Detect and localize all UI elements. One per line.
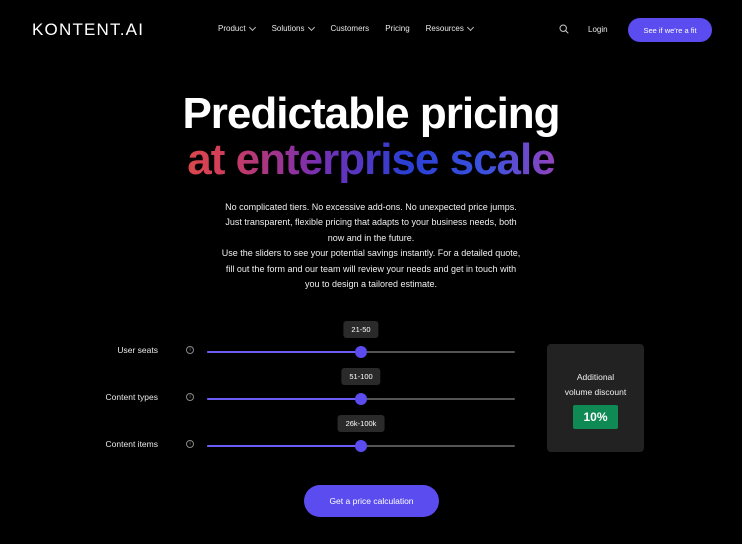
nav-item-resources[interactable]: Resources [425,23,474,33]
nav-item-label: Pricing [385,24,410,33]
nav-item-label: Resources [425,24,464,33]
slider-thumb[interactable] [355,440,367,452]
slider-label: User seats [117,345,158,355]
search-icon[interactable] [559,24,569,34]
slider-fill [207,398,361,400]
nav-item-label: Customers [330,24,370,33]
nav-item-product[interactable]: Product [218,23,256,33]
hero-description: No complicated tiers. No excessive add-o… [186,200,556,292]
hero-title-gradient: at enterprise scale [0,134,742,186]
slider-value-bubble: 51-100 [341,368,381,385]
slider-thumb[interactable] [355,393,367,405]
chevron-down-icon [248,23,256,31]
discount-label-line: Additional [576,372,615,382]
slider-fill [207,445,361,447]
see-if-fit-button[interactable]: See if we're a fit [628,18,712,42]
get-price-calculation-button[interactable]: Get a price calculation [304,485,439,517]
nav-item-label: Product [218,24,246,33]
slider-value-bubble: 21-50 [343,321,379,338]
discount-label-line: volume discount [564,387,627,397]
chevron-down-icon [466,23,474,31]
volume-discount-card: Additional volume discount 10% [547,344,644,452]
chevron-down-icon [307,23,315,31]
description-line: fill out the form and our team will revi… [225,263,517,274]
discount-label: Additional volume discount [547,370,644,400]
slider-label: Content types [105,392,158,402]
logo[interactable]: KONTENT.AI [32,20,144,40]
hero-title: Predictable pricing [182,89,560,138]
slider-fill [207,351,361,353]
login-link[interactable]: Login [588,25,608,34]
nav-item-solutions[interactable]: Solutions [271,23,315,33]
slider-content-items: Content items i 26k-100k [0,415,520,455]
slider-content-types: Content types i 51-100 [0,368,520,408]
description-line: No complicated tiers. No excessive add-o… [225,202,517,212]
info-icon[interactable]: i [186,440,194,448]
slider-thumb[interactable] [355,346,367,358]
main-menu: Product Solutions Customers Pricing Reso… [218,23,474,33]
top-nav: KONTENT.AI Product Solutions Customers P… [0,0,742,60]
nav-item-label: Solutions [271,24,305,33]
info-icon[interactable]: i [186,393,194,401]
nav-item-pricing[interactable]: Pricing [385,24,409,33]
description-line: now and in the future. [327,232,415,243]
nav-item-customers[interactable]: Customers [331,24,370,33]
slider-value-bubble: 26k-100k [337,415,385,432]
info-icon[interactable]: i [186,346,194,354]
slider-label: Content items [105,439,158,449]
description-line: Use the sliders to see your potential sa… [221,248,521,259]
discount-value-badge: 10% [573,405,618,429]
description-line: Just transparent, flexible pricing that … [225,217,517,228]
slider-user-seats: User seats i 21-50 [0,321,520,361]
description-line: you to design a tailored estimate. [304,279,438,290]
